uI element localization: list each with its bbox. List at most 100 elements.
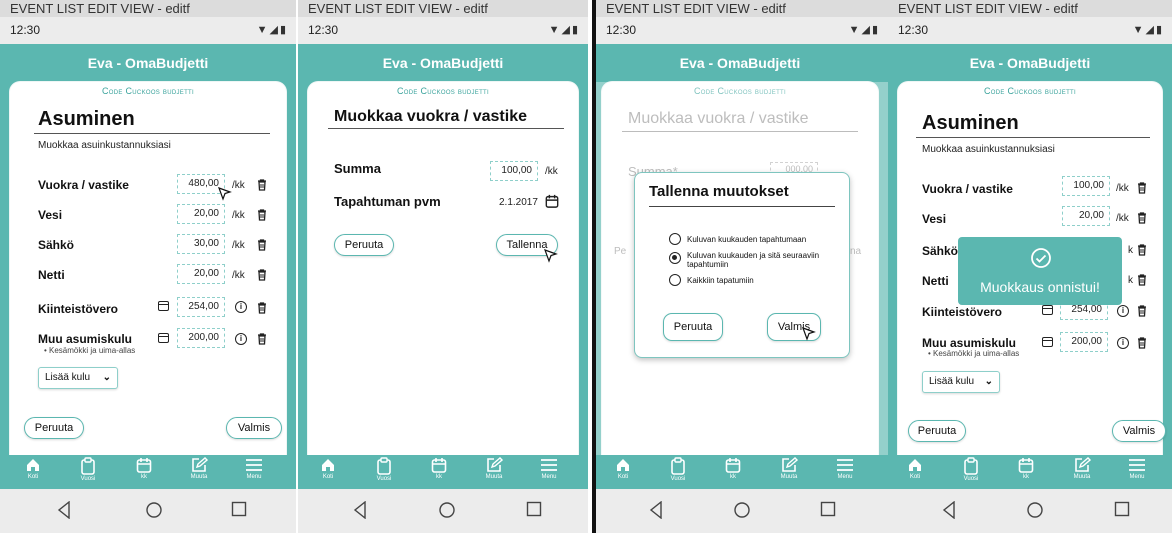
amount-input[interactable]: 254,00 xyxy=(177,297,225,317)
clipboard-icon xyxy=(671,457,685,475)
amount-input[interactable]: 200,00 xyxy=(1060,332,1108,352)
nav-item-menu[interactable]: Menu xyxy=(825,457,865,487)
calendar-icon xyxy=(1018,458,1034,473)
recents-icon[interactable] xyxy=(231,501,247,517)
trash-icon[interactable] xyxy=(257,302,267,314)
radio-option-current-month[interactable] xyxy=(669,233,681,245)
trash-icon[interactable] xyxy=(1137,305,1147,317)
calendar-icon[interactable] xyxy=(158,301,169,311)
bottom-nav: Koti Vuosi kk Muuta Menu xyxy=(0,455,296,489)
back-icon[interactable] xyxy=(649,501,663,519)
add-expense-dropdown[interactable]: Lisää kulu ⌄ xyxy=(922,371,1000,393)
home-circle-icon[interactable] xyxy=(145,501,163,519)
nav-item-home[interactable]: Koti xyxy=(603,457,643,487)
nav-item-year[interactable]: Vuosi xyxy=(951,457,991,487)
phone-screen-2: EVENT LIST EDIT VIEW - editf 12:30 ▼◢▮ E… xyxy=(298,0,588,533)
calendar-icon xyxy=(431,458,447,473)
nav-item-month[interactable]: kk xyxy=(713,457,753,487)
page-description: Muokkaa asuinkustannuksiasi xyxy=(922,144,1055,155)
recents-icon[interactable] xyxy=(820,501,836,517)
cancel-button[interactable]: Peruuta xyxy=(24,417,84,439)
content-card xyxy=(308,82,578,455)
done-button[interactable]: Valmis xyxy=(1112,420,1166,442)
app-title: Eva - OmaBudjetti xyxy=(0,44,296,82)
nav-item-month[interactable]: kk xyxy=(419,457,459,487)
unit-label: /kk xyxy=(232,210,245,221)
nav-item-edit[interactable]: Muuta xyxy=(769,457,809,487)
nav-item-year[interactable]: Vuosi xyxy=(364,457,404,487)
row-label: Muu asumiskulu xyxy=(922,336,1017,350)
row-label: Netti xyxy=(922,274,949,288)
amount-input[interactable]: 20,00 xyxy=(1062,206,1110,226)
radio-option-current-and-following[interactable] xyxy=(669,252,681,264)
nav-item-menu[interactable]: Menu xyxy=(529,457,569,487)
sum-input[interactable]: 100,00 xyxy=(490,161,538,181)
nav-item-edit[interactable]: Muuta xyxy=(474,457,514,487)
nav-item-home[interactable]: Koti xyxy=(308,457,348,487)
trash-icon[interactable] xyxy=(257,269,267,281)
info-icon[interactable]: i xyxy=(1117,337,1129,349)
trash-icon[interactable] xyxy=(1137,182,1147,194)
back-icon[interactable] xyxy=(942,501,956,519)
info-icon[interactable]: i xyxy=(235,301,247,313)
home-circle-icon[interactable] xyxy=(1026,501,1044,519)
info-icon[interactable]: i xyxy=(1117,305,1129,317)
home-circle-icon[interactable] xyxy=(733,501,751,519)
edit-icon xyxy=(487,457,503,472)
trash-icon[interactable] xyxy=(1137,337,1147,349)
amount-input[interactable]: 200,00 xyxy=(177,328,225,348)
back-icon[interactable] xyxy=(353,501,367,519)
nav-item-year[interactable]: Vuosi xyxy=(68,457,108,487)
recents-icon[interactable] xyxy=(1114,501,1130,517)
cancel-button[interactable]: Peruuta xyxy=(663,313,723,341)
done-button[interactable]: Valmis xyxy=(226,417,282,439)
date-value[interactable]: 2.1.2017 xyxy=(499,197,538,208)
recents-icon[interactable] xyxy=(526,501,542,517)
trash-icon[interactable] xyxy=(1137,212,1147,224)
amount-input[interactable]: 20,00 xyxy=(177,204,225,224)
nav-item-edit[interactable]: Muuta xyxy=(179,457,219,487)
nav-item-menu[interactable]: Menu xyxy=(1117,457,1157,487)
trash-icon[interactable] xyxy=(257,179,267,191)
trash-icon[interactable] xyxy=(257,333,267,345)
cancel-button[interactable]: Peruuta xyxy=(334,234,394,256)
unit-label: /kk xyxy=(545,166,558,177)
nav-item-month[interactable]: kk xyxy=(124,457,164,487)
calendar-icon[interactable] xyxy=(158,333,169,343)
amount-input[interactable]: 20,00 xyxy=(177,264,225,284)
row-label: Sähkö xyxy=(922,244,959,258)
trash-icon[interactable] xyxy=(1137,244,1147,256)
nav-item-edit[interactable]: Muuta xyxy=(1062,457,1102,487)
menu-icon xyxy=(1129,459,1145,471)
chevron-down-icon: ⌄ xyxy=(102,372,111,383)
trash-icon[interactable] xyxy=(257,209,267,221)
nav-item-month[interactable]: kk xyxy=(1006,457,1046,487)
nav-item-home[interactable]: Koti xyxy=(13,457,53,487)
signal-battery-icon: ▼◢▮ xyxy=(256,24,288,36)
add-expense-dropdown[interactable]: Lisää kulu ⌄ xyxy=(38,367,118,389)
app-title: Eva - OmaBudjetti xyxy=(592,44,888,82)
nav-item-year[interactable]: Vuosi xyxy=(658,457,698,487)
amount-input[interactable]: 30,00 xyxy=(177,234,225,254)
page-title: Asuminen xyxy=(922,112,1019,134)
info-icon[interactable]: i xyxy=(235,333,247,345)
calendar-icon[interactable] xyxy=(1042,305,1053,315)
nav-item-menu[interactable]: Menu xyxy=(234,457,274,487)
clipboard-icon xyxy=(81,457,95,475)
system-nav-bar xyxy=(0,489,296,533)
window-title: EVENT LIST EDIT VIEW - editf xyxy=(298,0,588,17)
title-underline xyxy=(34,133,270,134)
trash-icon[interactable] xyxy=(257,239,267,251)
row-label: Vuokra / vastike xyxy=(922,182,1013,196)
status-time: 12:30 xyxy=(308,23,339,37)
trash-icon[interactable] xyxy=(1137,274,1147,286)
row-note: • Kesämökki ja uima-allas xyxy=(44,346,136,355)
calendar-icon[interactable] xyxy=(545,194,559,208)
cancel-button[interactable]: Peruuta xyxy=(908,420,966,442)
home-circle-icon[interactable] xyxy=(438,501,456,519)
back-icon[interactable] xyxy=(57,501,71,519)
radio-option-all[interactable] xyxy=(669,274,681,286)
amount-input[interactable]: 100,00 xyxy=(1062,176,1110,196)
calendar-icon[interactable] xyxy=(1042,337,1053,347)
nav-item-home[interactable]: Koti xyxy=(895,457,935,487)
